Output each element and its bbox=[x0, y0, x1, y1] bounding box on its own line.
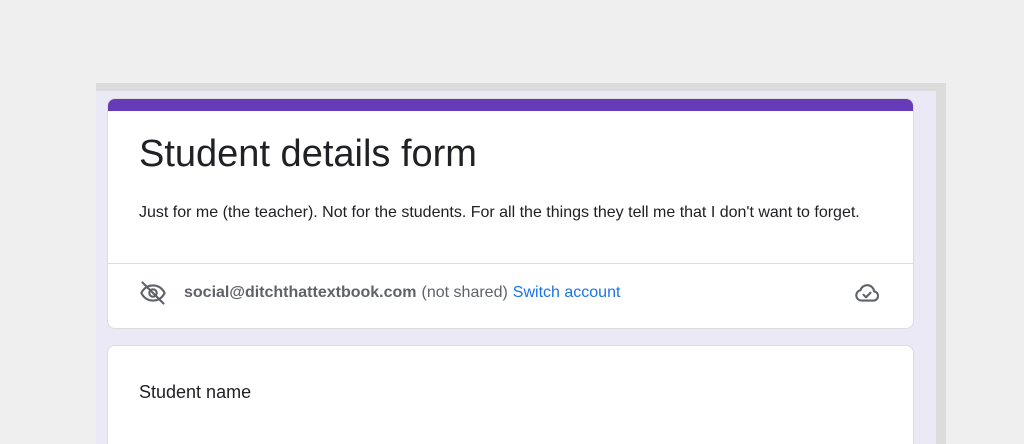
accent-bar bbox=[108, 99, 913, 111]
shared-status: (not shared) bbox=[421, 284, 508, 301]
question-label: Student name bbox=[139, 382, 252, 402]
divider bbox=[108, 263, 913, 264]
eye-off-icon bbox=[139, 279, 167, 307]
page: Student details form Just for me (the te… bbox=[0, 0, 1024, 444]
question-card: Student name bbox=[107, 345, 914, 444]
form-description: Just for me (the teacher). Not for the s… bbox=[139, 204, 860, 221]
switch-account-link[interactable]: Switch account bbox=[513, 284, 621, 302]
form-header-card: Student details form Just for me (the te… bbox=[107, 98, 914, 329]
account-email: social@ditchthattextbook.com bbox=[184, 284, 417, 301]
form-title: Student details form bbox=[139, 133, 477, 175]
account-row: social@ditchthattextbook.com (not shared… bbox=[139, 279, 620, 307]
cloud-check-icon bbox=[852, 279, 882, 307]
